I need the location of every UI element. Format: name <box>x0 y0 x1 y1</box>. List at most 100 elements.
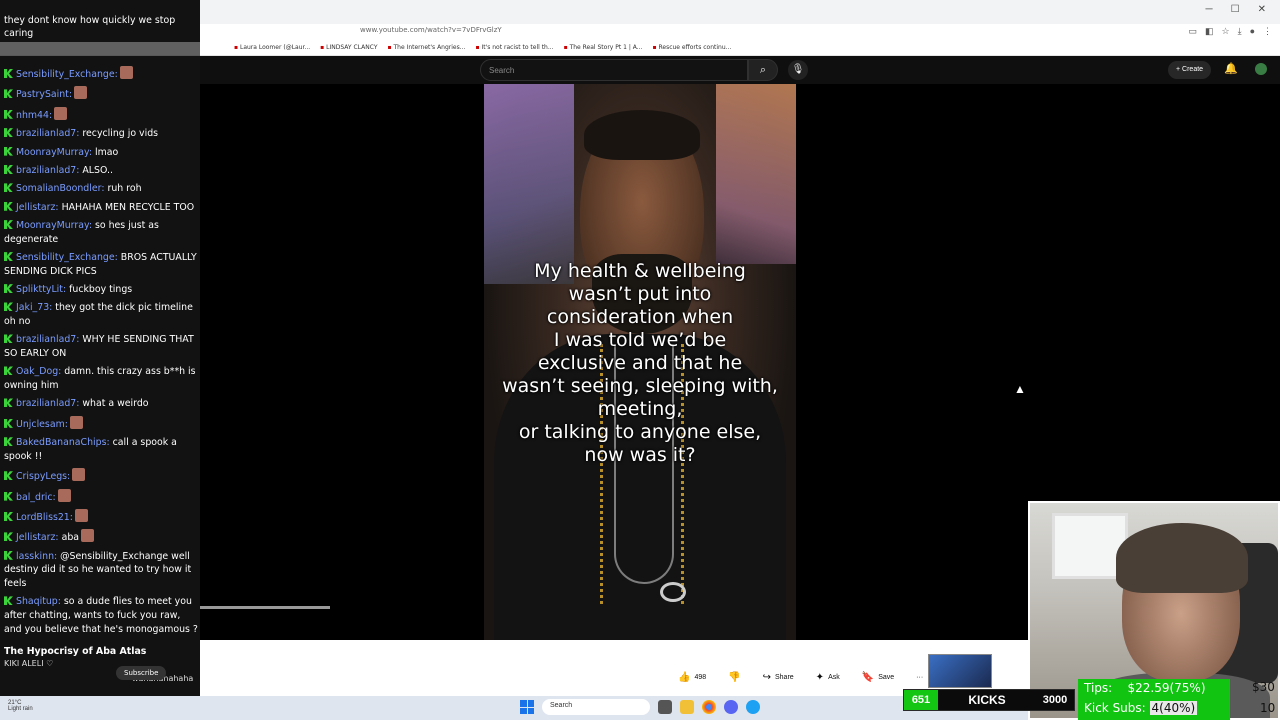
weather-desc: Light rain <box>8 706 33 712</box>
save-button[interactable]: 🔖 Save <box>856 668 900 687</box>
bookmark-item[interactable]: LINDSAY CLANCY <box>320 44 377 51</box>
caption-line: wasn’t seeing, sleeping with, <box>502 375 778 397</box>
like-button[interactable]: 👍 498 <box>672 668 712 687</box>
file-explorer-icon[interactable] <box>680 700 694 714</box>
extension-icon[interactable]: ◧ <box>1205 26 1214 37</box>
create-button[interactable]: + Create <box>1168 61 1212 79</box>
chat-username[interactable]: LordBliss21: <box>16 512 73 523</box>
chat-message: BakedBananaChips: call a spook a spook !… <box>4 436 198 463</box>
chat-username[interactable]: brazilianlad7: <box>16 398 79 409</box>
search-input[interactable]: Search <box>480 59 748 81</box>
weather-widget[interactable]: 21°C Light rain <box>8 700 33 712</box>
chat-message: PastrySaint: <box>4 86 198 102</box>
tips-value: $22.59(75%) <box>1127 681 1206 695</box>
subscribe-button[interactable]: Subscribe <box>116 666 167 680</box>
chat-message: lasskinn: @Sensibility_Exchange well des… <box>4 550 198 591</box>
tips-row: Tips: $22.59(75%) <box>1084 681 1206 695</box>
chat-username[interactable]: MoonrayMurray: <box>16 220 92 231</box>
chat-username[interactable]: MoonrayMurray: <box>16 147 92 158</box>
bookmark-item[interactable]: Rescue efforts continu... <box>653 44 731 51</box>
chat-message: brazilianlad7: recycling jo vids <box>4 127 198 141</box>
chat-username[interactable]: brazilianlad7: <box>16 165 79 176</box>
chat-username[interactable]: Shaqitup: <box>16 596 61 607</box>
person-hair <box>584 110 700 160</box>
share-label: Share <box>774 674 794 681</box>
notifications-bell-icon[interactable]: 🔔 <box>1224 62 1238 75</box>
minimize-icon[interactable]: ─ <box>1206 4 1213 15</box>
kick-badge-icon <box>4 471 13 481</box>
chat-username[interactable]: PastrySaint: <box>16 89 72 100</box>
download-icon[interactable]: ⤓ <box>1238 26 1242 37</box>
kick-badge-icon <box>4 511 13 521</box>
search-button[interactable]: ⌕ <box>748 59 778 81</box>
ask-button[interactable]: ✦ Ask <box>810 668 846 687</box>
chat-message: Oak_Dog: damn. this crazy ass b**h is ow… <box>4 365 198 392</box>
chat-username[interactable]: BakedBananaChips: <box>16 437 110 448</box>
thumbs-up-icon: 👍 <box>678 672 691 683</box>
caption-line: exclusive and that he <box>537 352 743 374</box>
chat-username[interactable]: brazilianlad7: <box>16 128 79 139</box>
star-icon[interactable]: ☆ <box>1222 26 1230 37</box>
chat-username[interactable]: Jaki_73: <box>16 302 52 313</box>
share-button[interactable]: ↪ Share <box>757 668 800 687</box>
chat-text: HAHAHA MEN RECYCLE TOO <box>58 201 195 213</box>
chat-username[interactable]: nhm44: <box>16 110 52 121</box>
dislike-button[interactable]: 👎 <box>722 668 746 687</box>
chat-message: Jellistarz: HAHAHA MEN RECYCLE TOO <box>4 201 198 215</box>
taskbar-search[interactable]: Search <box>542 699 650 715</box>
task-view-icon[interactable] <box>658 700 672 714</box>
chat-username[interactable]: Oak_Dog: <box>16 366 61 377</box>
bookmark-item[interactable]: The Internet's Angries... <box>388 44 466 51</box>
taskbar-apps: Search <box>520 699 760 715</box>
chat-username[interactable]: Jellistarz: <box>16 532 59 543</box>
url-text[interactable]: www.youtube.com/watch?v=7vDFrvGlzY <box>360 26 502 34</box>
chat-username[interactable]: Sensibility_Exchange: <box>16 252 118 263</box>
chat-username[interactable]: brazilianlad7: <box>16 334 79 345</box>
video-progress-bar[interactable] <box>200 606 330 609</box>
channel-name[interactable]: KIKI ALELI ♡ <box>4 659 198 668</box>
chat-username[interactable]: Sensibility_Exchange: <box>16 69 118 80</box>
subs-label: Kick Subs: <box>1084 701 1146 715</box>
chat-username[interactable]: SomalianBoondler: <box>16 183 104 194</box>
edge-icon[interactable] <box>746 700 760 714</box>
chat-message: MoonrayMurray: so hes just as degenerate <box>4 219 198 246</box>
bookmark-item[interactable]: The Real Story Pt 1 | A... <box>564 44 643 51</box>
address-bar-icons: ▭ ◧ ☆ ⤓ ● ⋮ <box>1188 26 1272 37</box>
chat-username[interactable]: Jellistarz: <box>16 202 59 213</box>
video-background-right <box>716 84 796 264</box>
kick-badge-icon <box>4 252 13 262</box>
kick-badge-icon <box>4 437 13 447</box>
chat-username[interactable]: Unjclesam: <box>16 419 68 430</box>
create-label: Create <box>1182 66 1204 73</box>
more-actions-button[interactable]: ··· <box>910 670 929 685</box>
menu-icon[interactable]: ⋮ <box>1263 26 1272 37</box>
chat-username[interactable]: SplikttyLit: <box>16 284 66 295</box>
kicks-goal-widget: 651 KICKS 3000 <box>903 689 1075 711</box>
chat-messages: Sensibility_Exchange: PastrySaint: nhm44: b… <box>4 66 198 641</box>
caption-line: I was told we’d be <box>553 329 727 351</box>
address-bar[interactable]: www.youtube.com/watch?v=7vDFrvGlzY ▭ ◧ ☆… <box>200 24 1280 42</box>
caption-line: wasn’t put into <box>568 283 712 305</box>
chat-text: aba <box>58 532 80 544</box>
discord-icon[interactable] <box>724 700 738 714</box>
kick-badge-icon <box>4 596 13 606</box>
voice-search-button[interactable]: 🎙 <box>788 60 808 80</box>
windows-start-icon[interactable] <box>520 700 534 714</box>
chat-message: Jaki_73: they got the dick pic timeline … <box>4 301 198 328</box>
chat-username[interactable]: bal_dric: <box>16 492 56 503</box>
chat-top-message: they dont know how quickly we stop carin… <box>4 15 176 39</box>
close-icon[interactable]: ✕ <box>1258 4 1266 15</box>
chat-username[interactable]: lasskinn: <box>16 551 57 562</box>
next-video-thumbnail[interactable] <box>928 654 992 688</box>
bookmark-item[interactable]: It's not racist to tell th... <box>475 44 553 51</box>
chat-emote-icon <box>119 66 133 79</box>
chat-username[interactable]: CrispyLegs: <box>16 471 70 482</box>
profile-icon[interactable]: ● <box>1250 26 1255 37</box>
chrome-icon[interactable] <box>702 700 716 714</box>
tips-goal: $30 <box>1252 680 1275 694</box>
account-avatar[interactable] <box>1255 63 1267 75</box>
bookmark-item[interactable]: Laura Loomer (@Laur... <box>234 44 310 51</box>
maximize-icon[interactable]: ☐ <box>1231 4 1240 15</box>
shorts-video-frame[interactable]: My health & wellbeing wasn’t put into cons… <box>484 84 796 640</box>
cast-icon[interactable]: ▭ <box>1188 26 1197 37</box>
